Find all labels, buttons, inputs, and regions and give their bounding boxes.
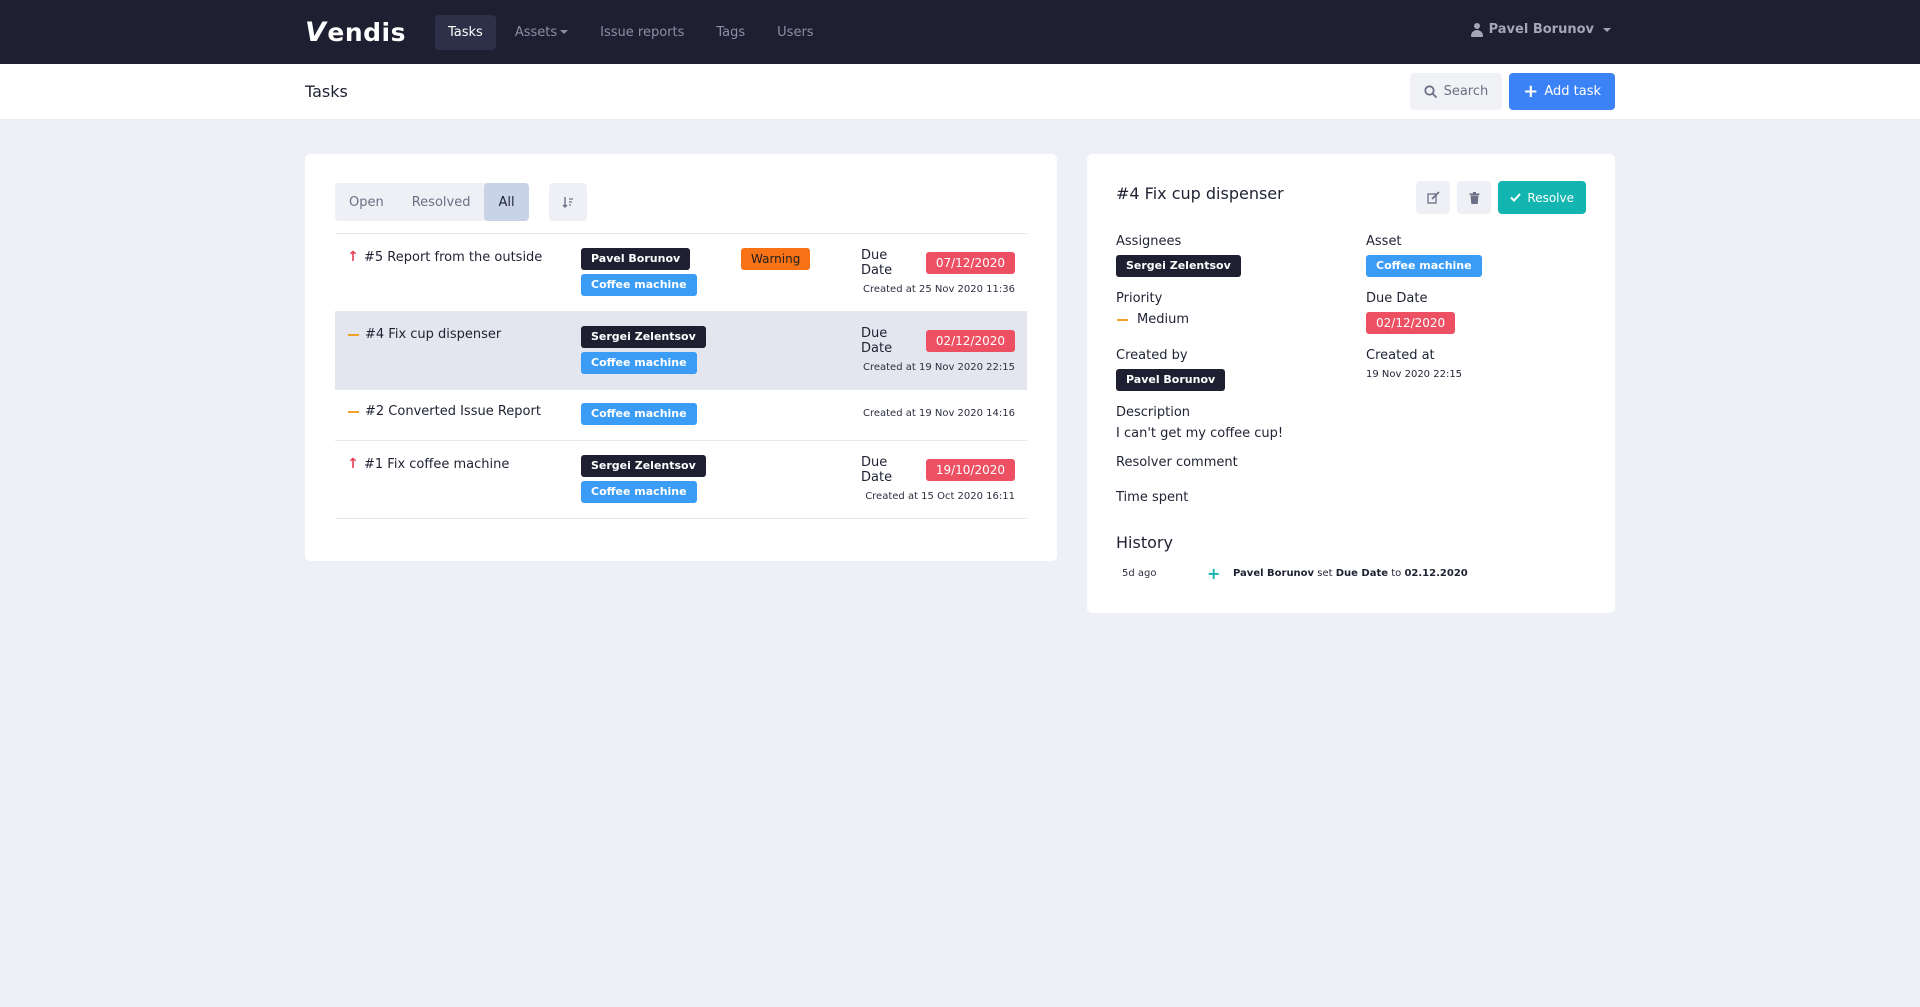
- history-title: History: [1116, 533, 1173, 552]
- resolver-comment-label: Resolver comment: [1116, 455, 1238, 470]
- priority-medium-icon: [348, 333, 359, 336]
- main-content: Open Resolved All ↑ #5 Report from the o…: [0, 119, 1920, 613]
- user-menu[interactable]: Pavel Borunov: [1470, 22, 1611, 37]
- filter-resolved[interactable]: Resolved: [398, 183, 485, 221]
- history-value: 02.12.2020: [1404, 568, 1468, 579]
- due-date-label: Due Date: [861, 326, 893, 356]
- task-title: #1 Fix coffee machine: [364, 456, 510, 472]
- nav-issue-reports[interactable]: Issue reports: [587, 15, 697, 50]
- priority-medium-icon: [348, 410, 359, 413]
- plus-icon: +: [1207, 564, 1221, 583]
- due-date-badge: 02/12/2020: [1366, 312, 1456, 334]
- due-date-badge: 02/12/2020: [925, 330, 1015, 352]
- assignees-label: Assignees: [1116, 234, 1182, 249]
- due-date-label: Due Date: [861, 248, 893, 278]
- history-user: Pavel Borunov: [1233, 568, 1315, 579]
- history-field: Due Date: [1335, 568, 1389, 579]
- task-list-card: Open Resolved All ↑ #5 Report from the o…: [305, 154, 1057, 561]
- nav-tasks[interactable]: Tasks: [435, 14, 496, 50]
- task-title: #5 Report from the outside: [364, 249, 543, 265]
- page-header: Tasks Search + Add task: [0, 64, 1920, 119]
- assignee-badge: Pavel Borunov: [581, 248, 691, 270]
- time-spent-label: Time spent: [1116, 490, 1189, 505]
- plus-icon: +: [1523, 80, 1539, 102]
- caret-down-icon: [1603, 27, 1611, 32]
- main-nav: Tasks Assets Issue reports Tags Users: [435, 14, 827, 50]
- task-detail-card: #4 Fix cup dispenser Resolve Assignees S…: [1087, 154, 1615, 613]
- search-icon: [1423, 85, 1437, 98]
- asset-label: Asset: [1366, 234, 1402, 249]
- edit-button[interactable]: [1416, 181, 1451, 214]
- user-name: Pavel Borunov: [1488, 22, 1594, 37]
- detail-fields: Assignees Sergei Zelentsov Asset Coffee …: [1116, 234, 1586, 511]
- page-title: Tasks: [305, 82, 348, 101]
- add-task-button[interactable]: + Add task: [1509, 73, 1615, 110]
- asset-badge: Coffee machine: [1366, 255, 1482, 277]
- description-label: Description: [1116, 405, 1191, 420]
- due-date-label: Due Date: [1366, 291, 1428, 306]
- filter-open[interactable]: Open: [335, 183, 398, 221]
- task-row[interactable]: #4 Fix cup dispenser Sergei Zelentsov Co…: [335, 312, 1027, 390]
- assignee-badge: Sergei Zelentsov: [581, 326, 706, 348]
- due-date-badge: 07/12/2020: [925, 252, 1015, 274]
- priority-value: Medium: [1137, 312, 1189, 327]
- description-value: I can't get my coffee cup!: [1116, 426, 1284, 441]
- task-list: ↑ #5 Report from the outside Pavel Borun…: [335, 233, 1027, 519]
- created-at-label: Created at: [1366, 348, 1435, 363]
- due-date-badge: 19/10/2020: [925, 459, 1015, 481]
- header-actions: Search + Add task: [1409, 73, 1615, 110]
- priority-high-icon: ↑: [347, 456, 359, 472]
- created-at: Created at 15 Oct 2020 16:11: [865, 491, 1015, 502]
- sort-button[interactable]: [548, 183, 587, 221]
- filter-all[interactable]: All: [484, 183, 529, 221]
- search-button[interactable]: Search: [1409, 73, 1503, 110]
- caret-down-icon: [560, 30, 569, 34]
- assignee-badge: Sergei Zelentsov: [581, 455, 706, 477]
- nav-tags[interactable]: Tags: [703, 15, 758, 50]
- task-row[interactable]: ↑ #5 Report from the outside Pavel Borun…: [335, 234, 1027, 312]
- task-title: #4 Fix cup dispenser: [365, 327, 502, 342]
- sort-icon: [562, 197, 573, 208]
- warning-badge: Warning: [741, 248, 811, 270]
- created-by-label: Created by: [1116, 348, 1188, 363]
- top-navbar: Vendis Tasks Assets Issue reports Tags U…: [0, 0, 1920, 64]
- history-entry: 5d ago + Pavel Borunov set Due Date to 0…: [1122, 564, 1468, 583]
- asset-badge: Coffee machine: [581, 274, 697, 296]
- edit-icon: [1427, 191, 1440, 204]
- history-time: 5d ago: [1122, 568, 1157, 579]
- resolve-button[interactable]: Resolve: [1498, 181, 1586, 214]
- check-icon: [1510, 193, 1522, 202]
- task-title: #2 Converted Issue Report: [365, 404, 541, 419]
- due-date-label: Due Date: [861, 455, 893, 485]
- status-filter: Open Resolved All: [335, 183, 529, 221]
- priority-high-icon: ↑: [347, 249, 359, 265]
- asset-badge: Coffee machine: [581, 481, 697, 503]
- created-at: Created at 19 Nov 2020 14:16: [862, 408, 1015, 419]
- assignee-badge: Sergei Zelentsov: [1116, 255, 1241, 277]
- trash-icon: [1469, 191, 1480, 204]
- creator-badge: Pavel Borunov: [1116, 369, 1226, 391]
- delete-button[interactable]: [1457, 181, 1492, 214]
- nav-assets[interactable]: Assets: [502, 15, 581, 50]
- asset-badge: Coffee machine: [581, 352, 697, 374]
- priority-medium-icon: [1117, 318, 1128, 321]
- created-at-value: 19 Nov 2020 22:15: [1366, 369, 1463, 380]
- priority-label: Priority: [1116, 291, 1163, 306]
- list-toolbar: Open Resolved All: [335, 183, 1027, 221]
- task-row[interactable]: ↑ #1 Fix coffee machine Sergei Zelentsov…: [335, 441, 1027, 519]
- created-at: Created at 19 Nov 2020 22:15: [862, 362, 1015, 373]
- asset-badge: Coffee machine: [581, 403, 697, 425]
- created-at: Created at 25 Nov 2020 11:36: [862, 284, 1015, 295]
- nav-users[interactable]: Users: [764, 15, 826, 50]
- task-row[interactable]: #2 Converted Issue Report Coffee machine…: [335, 390, 1027, 441]
- vendis-logo[interactable]: Vendis: [305, 17, 435, 48]
- user-icon: [1470, 22, 1483, 37]
- detail-title: #4 Fix cup dispenser: [1116, 184, 1284, 203]
